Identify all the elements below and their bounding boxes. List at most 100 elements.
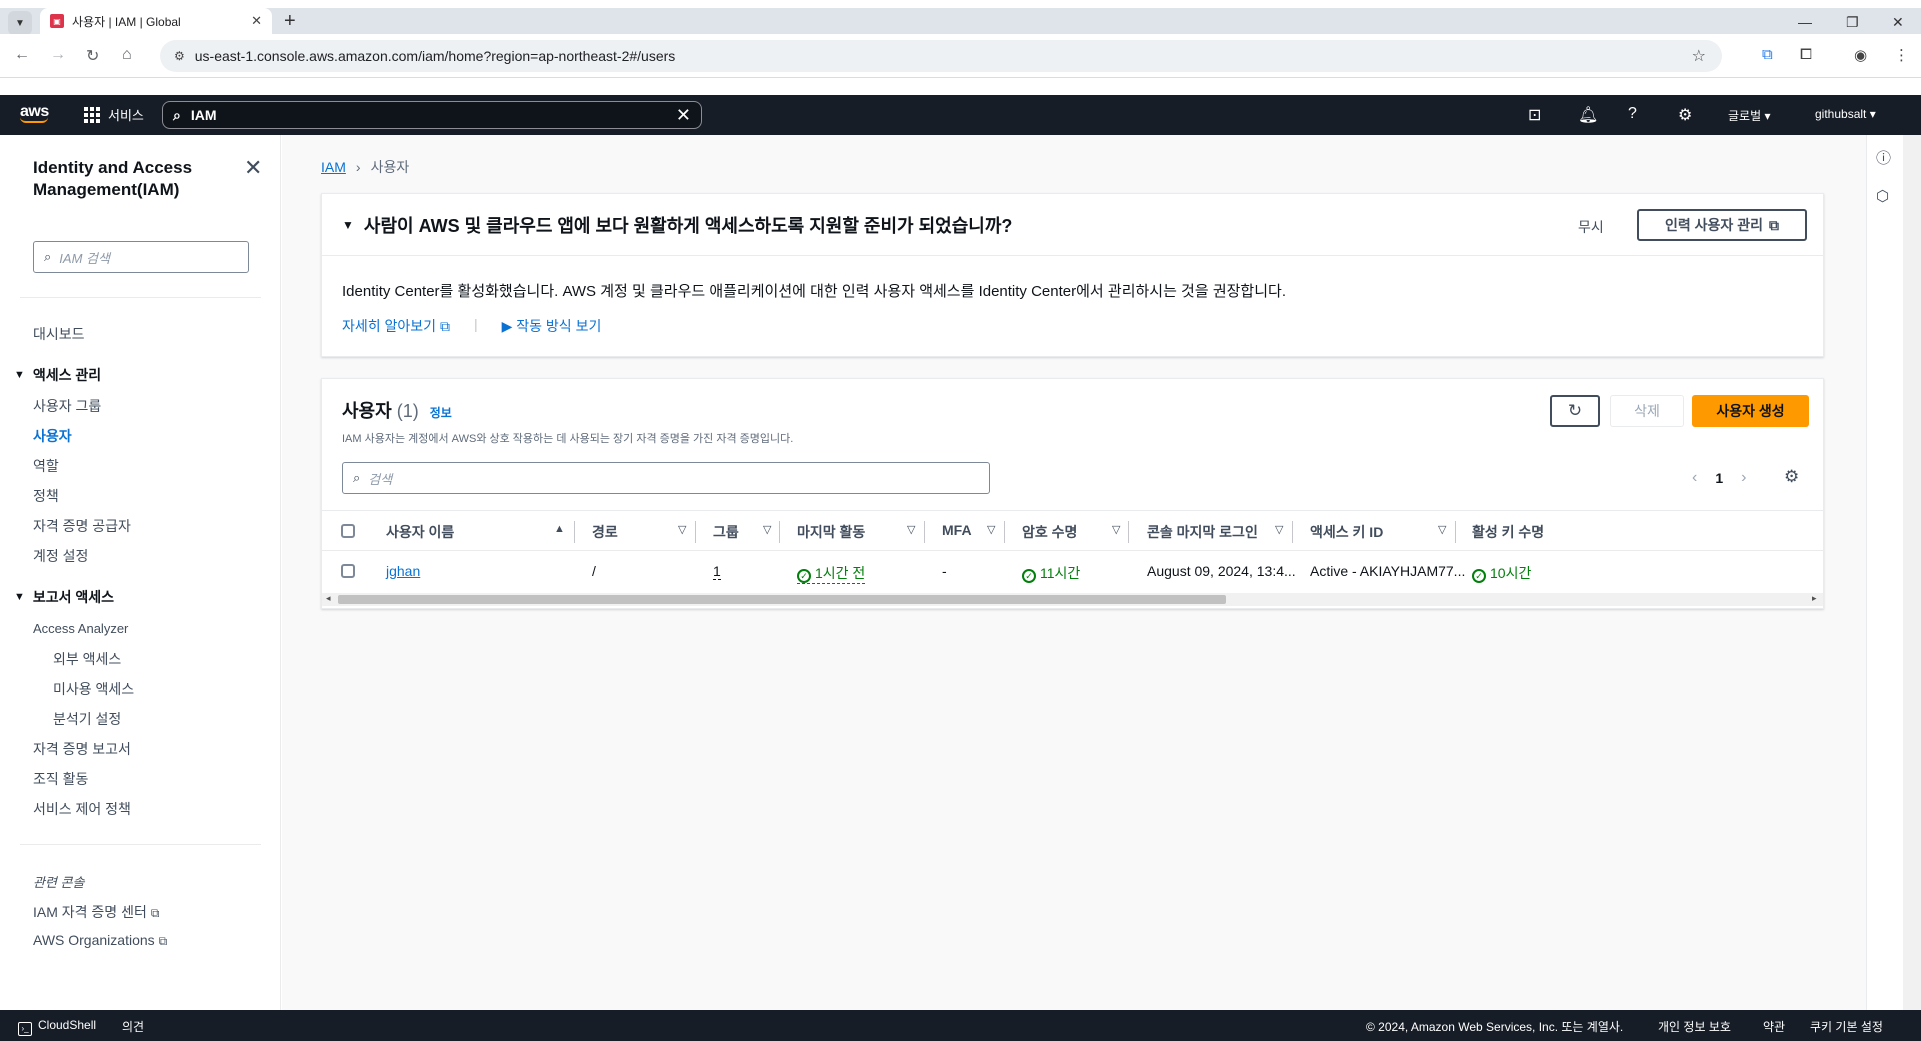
column-resizer[interactable] bbox=[1128, 521, 1129, 543]
sort-icon[interactable]: ▽ bbox=[1438, 523, 1446, 536]
column-header-path[interactable]: 경로 bbox=[592, 522, 618, 542]
sidebar-item-dashboard[interactable]: 대시보드 bbox=[33, 324, 85, 344]
user-last-activity[interactable]: ✓ 1시간 전 bbox=[797, 563, 866, 584]
profile-avatar-icon[interactable]: ◉ bbox=[1854, 46, 1867, 64]
column-header-active-key-age[interactable]: 활성 키 수명 bbox=[1472, 522, 1544, 542]
create-user-button[interactable]: 사용자 생성 bbox=[1692, 395, 1809, 427]
column-header-user-name[interactable]: 사용자 이름 bbox=[386, 522, 454, 542]
sort-icon[interactable]: ▽ bbox=[1112, 523, 1120, 536]
horizontal-scrollbar[interactable]: ◂ ▸ bbox=[322, 593, 1823, 606]
window-close-button[interactable]: ✕ bbox=[1892, 14, 1904, 31]
how-it-works-link[interactable]: ▶ 작동 방식 보기 bbox=[502, 316, 602, 336]
new-tab-button[interactable]: + bbox=[284, 10, 296, 33]
sidebar-item-iam-identity-center[interactable]: IAM 자격 증명 센터 ⧉ bbox=[33, 902, 159, 922]
refresh-button[interactable]: ↻ bbox=[1550, 395, 1600, 427]
scroll-right-icon[interactable]: ▸ bbox=[1812, 593, 1817, 604]
column-resizer[interactable] bbox=[695, 521, 696, 543]
page-scrollbar[interactable] bbox=[1903, 135, 1921, 1010]
cloudshell-button[interactable]: ›_ CloudShell bbox=[18, 1018, 96, 1036]
sidebar-item-identity-providers[interactable]: 자격 증명 공급자 bbox=[33, 516, 131, 536]
dismiss-button[interactable]: 무시 bbox=[1578, 217, 1604, 237]
reload-icon[interactable]: ↻ bbox=[86, 46, 99, 66]
sidebar-item-aws-organizations[interactable]: AWS Organizations ⧉ bbox=[33, 932, 167, 949]
sidebar-section-access-management[interactable]: ▼ 액세스 관리 bbox=[14, 365, 101, 385]
sidebar-item-access-analyzer[interactable]: Access Analyzer bbox=[33, 621, 128, 636]
cloudshell-icon[interactable]: ⊡ bbox=[1528, 105, 1541, 125]
clear-search-icon[interactable]: ✕ bbox=[676, 105, 691, 126]
console-search-input[interactable]: ⌕ IAM ✕ bbox=[162, 101, 702, 129]
address-bar[interactable]: ⚙ us-east-1.console.aws.amazon.com/iam/h… bbox=[160, 40, 1722, 72]
sort-icon[interactable]: ▽ bbox=[678, 523, 686, 536]
privacy-link[interactable]: 개인 정보 보호 bbox=[1658, 1018, 1731, 1035]
extensions-puzzle-icon[interactable]: ⧠ bbox=[1800, 46, 1812, 63]
column-header-mfa[interactable]: MFA bbox=[942, 522, 972, 538]
info-panel-icon[interactable]: ⓘ bbox=[1876, 147, 1891, 168]
bookmark-star-icon[interactable]: ☆ bbox=[1692, 46, 1706, 66]
learn-more-link[interactable]: 자세히 알아보기 ⧉ bbox=[342, 316, 450, 336]
home-icon[interactable]: ⌂ bbox=[122, 46, 132, 64]
user-groups-count[interactable]: 1 bbox=[713, 563, 721, 580]
sidebar-item-user-groups[interactable]: 사용자 그룹 bbox=[33, 396, 101, 416]
scroll-left-icon[interactable]: ◂ bbox=[326, 593, 331, 604]
previous-page-icon[interactable]: ‹ bbox=[1692, 469, 1697, 487]
site-info-icon[interactable]: ⚙ bbox=[174, 49, 185, 63]
sidebar-item-account-settings[interactable]: 계정 설정 bbox=[33, 546, 88, 566]
column-header-access-key-id[interactable]: 액세스 키 ID bbox=[1310, 522, 1383, 542]
tab-list-button[interactable]: ▼ bbox=[8, 11, 32, 35]
close-sidebar-icon[interactable]: ✕ bbox=[244, 155, 262, 181]
tab-close-icon[interactable]: ✕ bbox=[251, 13, 262, 29]
cookie-preferences-link[interactable]: 쿠키 기본 설정 bbox=[1810, 1018, 1883, 1035]
column-resizer[interactable] bbox=[924, 521, 925, 543]
help-icon[interactable]: ? bbox=[1628, 105, 1637, 123]
settings-gear-icon[interactable]: ⚙ bbox=[1678, 105, 1692, 125]
column-resizer[interactable] bbox=[1292, 521, 1293, 543]
column-header-console-last-login[interactable]: 콘솔 마지막 로그인 bbox=[1147, 522, 1258, 542]
back-arrow-icon[interactable]: ← bbox=[14, 46, 30, 64]
sidebar-item-organization-activity[interactable]: 조직 활동 bbox=[33, 769, 88, 789]
breadcrumb-iam-link[interactable]: IAM bbox=[321, 159, 346, 175]
select-all-checkbox[interactable] bbox=[341, 524, 355, 538]
sort-icon[interactable]: ▽ bbox=[763, 523, 771, 536]
column-header-password-age[interactable]: 암호 수명 bbox=[1022, 522, 1077, 542]
sidebar-item-scp[interactable]: 서비스 제어 정책 bbox=[33, 799, 131, 819]
terms-link[interactable]: 약관 bbox=[1763, 1018, 1785, 1035]
column-header-last-activity[interactable]: 마지막 활동 bbox=[797, 522, 865, 542]
column-resizer[interactable] bbox=[779, 521, 780, 543]
region-selector[interactable]: 글로벌 ▾ bbox=[1728, 107, 1770, 124]
notifications-bell-icon[interactable]: 🔔︎ bbox=[1578, 105, 1598, 125]
account-menu[interactable]: githubsalt ▾ bbox=[1815, 107, 1876, 121]
manage-workforce-users-button[interactable]: 인력 사용자 관리 ⧉ bbox=[1637, 209, 1807, 241]
sort-icon[interactable]: ▽ bbox=[987, 523, 995, 536]
sidebar-section-report-access[interactable]: ▼ 보고서 액세스 bbox=[14, 587, 114, 607]
browser-menu-icon[interactable]: ⋮ bbox=[1894, 46, 1909, 64]
current-page[interactable]: 1 bbox=[1715, 470, 1723, 486]
sort-icon[interactable]: ▽ bbox=[907, 523, 915, 536]
sidebar-item-external-access[interactable]: 외부 액세스 bbox=[53, 649, 121, 669]
info-link[interactable]: 정보 bbox=[430, 406, 452, 420]
delete-button[interactable]: 삭제 bbox=[1610, 395, 1684, 427]
services-menu-button[interactable]: 서비스 bbox=[84, 105, 144, 124]
feedback-link[interactable]: 의견 bbox=[122, 1018, 144, 1035]
browser-tab[interactable]: ▣ 사용자 | IAM | Global ✕ bbox=[40, 8, 272, 34]
translate-extension-icon[interactable]: ⧉ bbox=[1762, 46, 1773, 63]
aws-logo[interactable]: aws bbox=[20, 103, 49, 123]
column-resizer[interactable] bbox=[1455, 521, 1456, 543]
column-resizer[interactable] bbox=[1004, 521, 1005, 543]
window-restore-button[interactable]: ❐ bbox=[1846, 14, 1859, 31]
users-search-input[interactable]: ⌕ 검색 bbox=[342, 462, 990, 494]
sidebar-item-credential-report[interactable]: 자격 증명 보고서 bbox=[33, 739, 131, 759]
sort-ascending-icon[interactable]: ▲ bbox=[554, 523, 565, 535]
column-resizer[interactable] bbox=[574, 521, 575, 543]
sidebar-item-analyzer-settings[interactable]: 분석기 설정 bbox=[53, 709, 121, 729]
tutorial-panel-icon[interactable]: ⬡ bbox=[1876, 187, 1889, 205]
forward-arrow-icon[interactable]: → bbox=[50, 46, 66, 64]
table-preferences-icon[interactable]: ⚙ bbox=[1784, 467, 1799, 487]
sort-icon[interactable]: ▽ bbox=[1275, 523, 1283, 536]
sidebar-item-roles[interactable]: 역할 bbox=[33, 456, 59, 476]
sidebar-item-unused-access[interactable]: 미사용 액세스 bbox=[53, 679, 134, 699]
column-header-groups[interactable]: 그룹 bbox=[713, 522, 739, 542]
sidebar-item-users[interactable]: 사용자 bbox=[33, 426, 72, 446]
sidebar-search-input[interactable]: ⌕ IAM 검색 bbox=[33, 241, 249, 273]
user-name-link[interactable]: jghan bbox=[386, 563, 420, 579]
next-page-icon[interactable]: › bbox=[1741, 469, 1746, 487]
